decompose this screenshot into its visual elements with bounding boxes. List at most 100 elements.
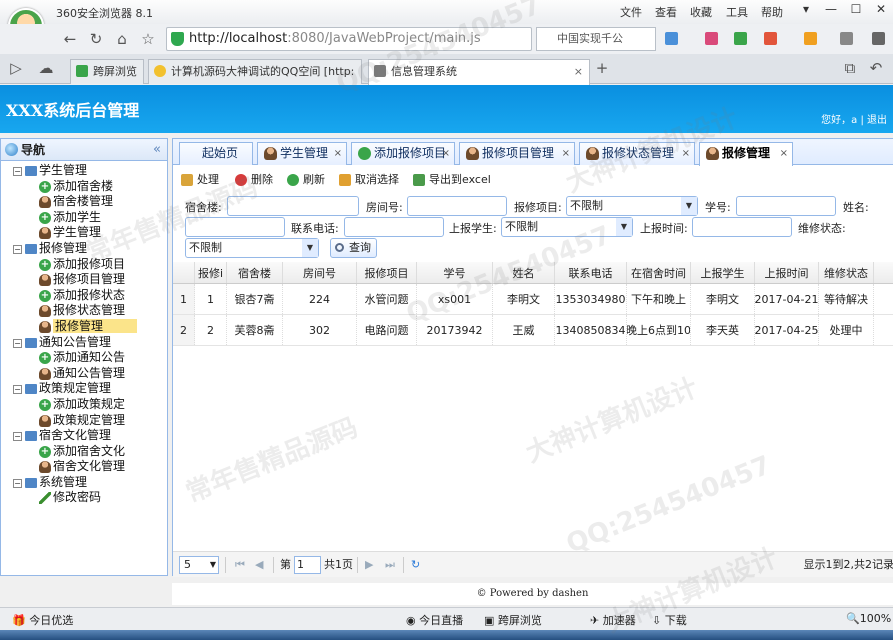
repair-item-select[interactable]: 不限制 ▼ — [566, 196, 698, 216]
cross-screen-link[interactable]: ▣ 跨屏浏览 — [484, 612, 542, 628]
extension-icon[interactable] — [804, 32, 817, 45]
menu-favorites[interactable]: 收藏 — [690, 4, 712, 20]
collapse-toggle-icon[interactable]: − — [13, 244, 22, 254]
column-header[interactable]: 宿舍楼 — [227, 262, 283, 283]
name-input[interactable] — [185, 217, 285, 237]
tree-group[interactable]: − 政策规定管理 — [1, 381, 167, 397]
prev-page-icon[interactable]: ◀ — [255, 557, 263, 573]
close-window-icon[interactable]: ✕ — [870, 2, 892, 20]
menu-view[interactable]: 查看 — [655, 4, 677, 20]
close-tab-icon[interactable]: × — [442, 143, 450, 164]
panel-tab[interactable]: 报修项目管理 × — [459, 142, 575, 165]
last-page-icon[interactable]: ⏭ — [385, 557, 395, 573]
cloud-icon[interactable]: ☁ — [36, 59, 56, 77]
tree-group[interactable]: − 学生管理 — [1, 163, 167, 179]
browser-tab-qzone[interactable]: 计算机源码大神调试的QQ空间 [http: — [148, 59, 362, 84]
accelerator-link[interactable]: ✈ 加速器 — [590, 612, 636, 628]
menu-file[interactable]: 文件 — [620, 4, 642, 20]
tree-item[interactable]: 修改密码 — [1, 490, 167, 506]
browser-tab-cross-screen[interactable]: 跨屏浏览 — [70, 59, 144, 84]
extension-icon[interactable] — [872, 32, 885, 45]
menu-help[interactable]: 帮助 — [761, 4, 783, 20]
column-header[interactable]: 在宿舍时间 — [627, 262, 691, 283]
phone-input[interactable] — [344, 217, 444, 237]
panel-tab[interactable]: 报修管理 × — [699, 142, 793, 166]
column-header[interactable]: 上报时间 — [755, 262, 819, 283]
tree-item[interactable]: 报修项目管理 — [1, 272, 167, 288]
back-icon[interactable]: ← — [60, 30, 80, 48]
extension-icon[interactable] — [705, 32, 718, 45]
column-header[interactable]: 报修i — [195, 262, 227, 283]
collapse-toggle-icon[interactable]: − — [13, 385, 22, 395]
collapse-double-left-icon[interactable]: « — [153, 139, 161, 161]
menu-tools[interactable]: 工具 — [726, 4, 748, 20]
shirt-icon[interactable]: ▾ — [795, 2, 817, 20]
column-header[interactable] — [173, 262, 195, 283]
extension-icon[interactable] — [840, 32, 853, 45]
close-tab-icon[interactable]: × — [574, 60, 583, 83]
tree-item[interactable]: 学生管理 — [1, 225, 167, 241]
column-header[interactable]: 联系电话 — [555, 262, 627, 283]
column-header[interactable]: 报修项目 — [357, 262, 417, 283]
tree-item[interactable]: 宿舍文化管理 — [1, 459, 167, 475]
first-page-icon[interactable]: ⏮ — [235, 557, 245, 573]
tree-item[interactable]: + 添加宿舍文化 — [1, 444, 167, 460]
cancel-select-button[interactable]: 取消选择 — [339, 170, 399, 190]
search-box[interactable]: 中国实现千公 — [536, 27, 656, 51]
building-input[interactable] — [227, 196, 359, 216]
tree-item[interactable]: 报修管理 — [1, 318, 167, 335]
column-header[interactable]: 上报学生 — [691, 262, 755, 283]
refresh-button[interactable]: 刷新 — [287, 170, 325, 190]
tree-item[interactable]: + 添加报修状态 — [1, 288, 167, 304]
close-tab-icon[interactable]: × — [334, 143, 342, 164]
today-picks-link[interactable]: 🎁 今日优选 — [12, 612, 73, 628]
table-row[interactable]: 1 1 银杏7斋 224 水管问题 xs001 李明文 1353034980 下午和晚上 李明文 2… — [173, 284, 893, 315]
minimize-icon[interactable]: — — [820, 2, 842, 20]
tree-item[interactable]: + 添加宿舍楼 — [1, 179, 167, 195]
collapse-toggle-icon[interactable]: − — [13, 432, 22, 442]
download-link[interactable]: ⇩ 下载 — [652, 612, 687, 628]
tree-item[interactable]: + 添加报修项目 — [1, 257, 167, 273]
tree-group[interactable]: − 系统管理 — [1, 475, 167, 491]
tree-item[interactable]: 通知公告管理 — [1, 366, 167, 382]
reload-icon[interactable]: ↻ — [411, 557, 420, 573]
close-tab-icon[interactable]: × — [682, 143, 690, 164]
student-no-input[interactable] — [736, 196, 836, 216]
repair-status-select[interactable]: 不限制 ▼ — [185, 238, 319, 258]
column-header[interactable]: 学号 — [417, 262, 493, 283]
refresh-icon[interactable]: ↻ — [86, 30, 106, 48]
export-excel-button[interactable]: 导出到excel — [413, 170, 491, 190]
process-button[interactable]: 处理 — [181, 170, 219, 190]
extension-icon[interactable] — [764, 32, 777, 45]
tree-group[interactable]: − 报修管理 — [1, 241, 167, 257]
table-row[interactable]: 2 2 芙蓉8斋 302 电路问题 20173942 王威 1340850834 晚上6点到10… — [173, 315, 893, 346]
tree-item[interactable]: 报修状态管理 — [1, 303, 167, 319]
live-link[interactable]: ◉ 今日直播 — [406, 612, 463, 628]
tree-item[interactable]: + 添加通知公告 — [1, 350, 167, 366]
extension-icon[interactable] — [665, 32, 678, 45]
close-tab-icon[interactable]: × — [562, 143, 570, 164]
close-tab-icon[interactable]: × — [780, 143, 788, 164]
page-size-select[interactable]: 5 ▼ — [179, 556, 219, 574]
sidebar-toggle-icon[interactable]: ▷ — [6, 59, 26, 77]
browser-tab-info-system[interactable]: 信息管理系统 × — [368, 59, 590, 85]
panel-tab[interactable]: 添加报修项目 × — [351, 142, 455, 165]
user-logout-link[interactable]: 您好，a | 退出 — [821, 111, 887, 126]
column-header[interactable]: 姓名 — [493, 262, 555, 283]
address-bar[interactable]: http://localhost:8080/JavaWebProject/mai… — [166, 27, 532, 51]
tree-item[interactable]: 宿舍楼管理 — [1, 194, 167, 210]
report-time-input[interactable] — [692, 217, 792, 237]
undo-close-icon[interactable]: ↶ — [866, 59, 886, 77]
star-icon[interactable]: ☆ — [138, 30, 158, 48]
tree-group[interactable]: − 通知公告管理 — [1, 335, 167, 351]
room-input[interactable] — [407, 196, 507, 216]
tree-item[interactable]: 政策规定管理 — [1, 413, 167, 429]
tree-item[interactable]: + 添加学生 — [1, 210, 167, 226]
panel-tab[interactable]: 报修状态管理 × — [579, 142, 695, 165]
extension-icon[interactable] — [734, 32, 747, 45]
restore-tab-icon[interactable]: ⧉ — [840, 59, 860, 77]
query-button[interactable]: 查询 — [330, 238, 377, 258]
zoom-level[interactable]: 🔍100% — [846, 612, 891, 625]
tree-group[interactable]: − 宿舍文化管理 — [1, 428, 167, 444]
column-header[interactable]: 房间号 — [283, 262, 357, 283]
